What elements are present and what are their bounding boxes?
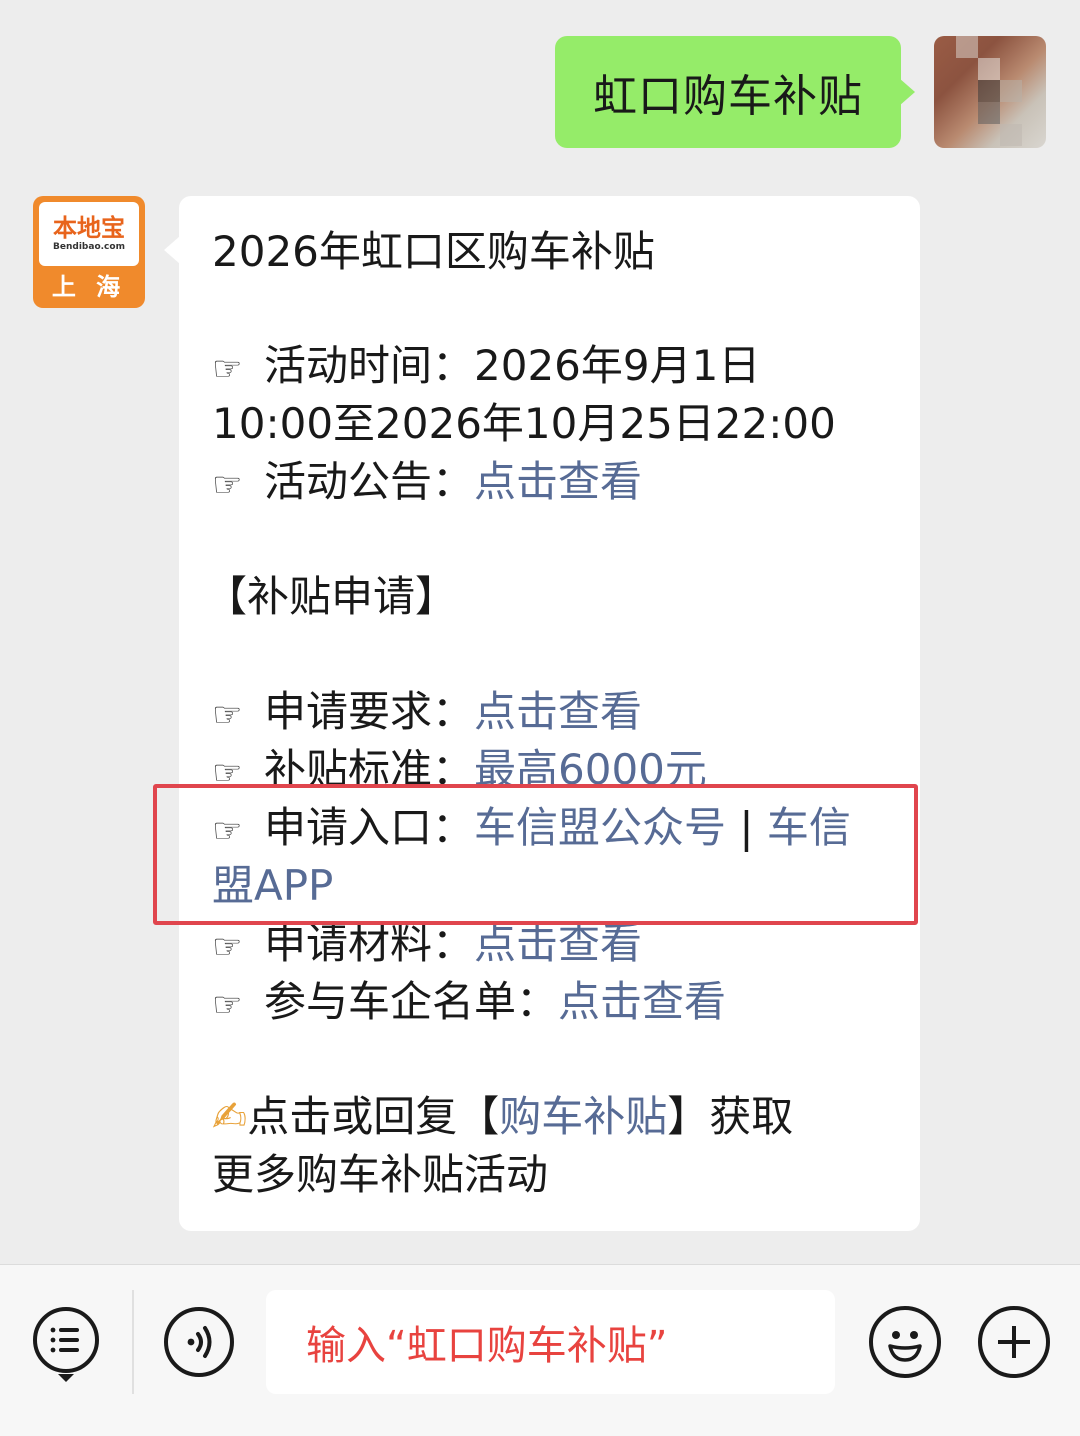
voice-icon[interactable] xyxy=(164,1307,234,1377)
footer-line-2: 更多购车补贴活动 xyxy=(212,1150,549,1199)
pointing-hand-icon: ☞ xyxy=(212,349,243,389)
plus-icon[interactable] xyxy=(978,1306,1050,1378)
pointing-hand-icon: ☞ xyxy=(212,985,243,1025)
pointing-hand-icon: ☞ xyxy=(212,927,243,967)
highlight-box xyxy=(153,784,918,925)
section-title: 【补贴申请】 xyxy=(205,572,458,621)
activity-notice-line: ☞ 活动公告：点击查看 xyxy=(212,453,642,514)
outgoing-message-bubble[interactable]: 虹口购车补贴 xyxy=(555,36,915,148)
bendibao-logo: 本地宝 Bendibao.com xyxy=(39,202,139,266)
requirement-line: ☞ 申请要求：点击查看 xyxy=(212,683,642,744)
bar-divider xyxy=(132,1290,134,1394)
material-link[interactable]: 点击查看 xyxy=(474,919,642,968)
pointing-hand-icon: ☞ xyxy=(212,465,243,505)
menu-list-icon[interactable] xyxy=(33,1307,99,1373)
message-input[interactable]: 输入“虹口购车补贴” xyxy=(266,1290,835,1394)
pointing-hand-icon: ☞ xyxy=(212,695,243,735)
avatar-city: 上 海 xyxy=(51,273,127,301)
message-title: 2026年虹口区购车补贴 xyxy=(212,227,655,276)
incoming-message-bubble: 2026年虹口区购车补贴 ☞ 活动时间：2026年9月1日 10:00至2026年… xyxy=(164,196,920,1231)
writing-hand-icon: ✍ xyxy=(212,1092,248,1141)
requirement-link[interactable]: 点击查看 xyxy=(474,687,642,736)
activity-time-range: 10:00至2026年10月25日22:00 xyxy=(212,399,836,448)
input-text: 输入“虹口购车补贴” xyxy=(306,1323,668,1369)
user-avatar[interactable] xyxy=(934,36,1046,148)
company-list-line: ☞ 参与车企名单：点击查看 xyxy=(212,973,726,1034)
footer-line: ✍点击或回复【购车补贴】获取 xyxy=(212,1092,794,1141)
activity-time-line: ☞ 活动时间：2026年9月1日 xyxy=(212,337,760,398)
notice-link[interactable]: 点击查看 xyxy=(474,457,642,506)
bendibao-avatar[interactable]: 本地宝 Bendibao.com 上 海 xyxy=(33,196,145,308)
purchase-subsidy-link[interactable]: 购车补贴 xyxy=(499,1092,667,1141)
company-list-link[interactable]: 点击查看 xyxy=(558,977,726,1026)
outgoing-message-text: 虹口购车补贴 xyxy=(593,71,863,122)
emoji-icon[interactable] xyxy=(869,1306,941,1378)
menu-caret-icon xyxy=(58,1374,74,1382)
